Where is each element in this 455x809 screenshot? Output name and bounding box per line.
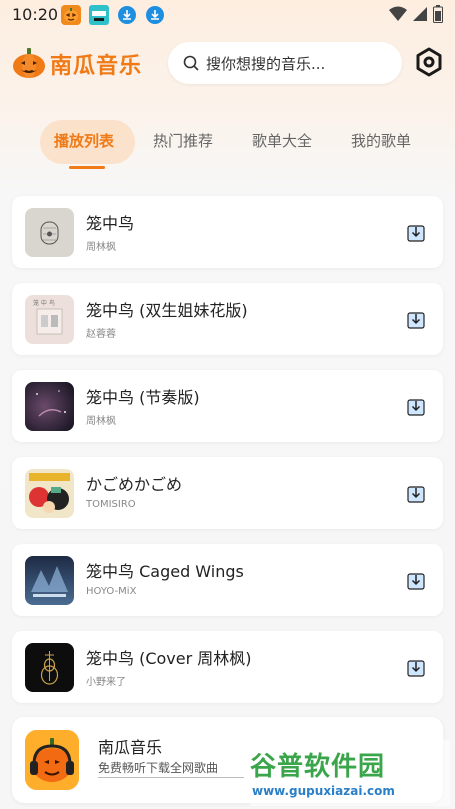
album-cover [25,469,74,518]
song-artist: 小野来了 [86,677,126,688]
album-cover [25,208,74,257]
active-tab-underline [69,166,105,169]
list-item[interactable]: 笼中鸟 周林枫 [12,196,443,268]
album-cover [25,556,74,605]
app-header: 南瓜音乐 搜你想搜的音乐... [0,40,455,86]
promo-title: 南瓜音乐 [98,738,163,757]
song-artist: TOMISIRO [86,499,136,510]
song-title: 笼中鸟 (双生姐妹花版) [86,301,248,320]
pumpkin-app-notification-icon [61,5,81,25]
watermark-name: 谷普软件园 [250,752,386,782]
svg-text:笼 中 鸟: 笼 中 鸟 [33,299,55,307]
download-icon[interactable] [406,484,426,504]
tab-my-playlists[interactable]: 我的歌单 [351,130,411,151]
tab-hot-recommend[interactable]: 热门推荐 [153,130,213,151]
song-artist: 周林枫 [86,416,116,427]
album-cover [25,643,74,692]
search-placeholder: 搜你想搜的音乐... [206,54,326,73]
list-item[interactable]: 笼 中 鸟 笼中鸟 (双生姐妹花版) 赵蓉蓉 [12,283,443,355]
album-cover: 笼 中 鸟 [25,295,74,344]
status-bar: 10:20 [0,0,455,32]
song-artist: 周林枫 [86,242,116,253]
watermark-url: www.gupuxiazai.com [252,784,395,798]
status-time: 10:20 [12,5,59,24]
song-title: かごめかごめ [86,475,183,494]
song-title: 笼中鸟 (节奏版) [86,388,200,407]
tab-playlist[interactable]: 播放列表 [54,130,114,151]
settings-hexagon-icon[interactable] [413,46,445,78]
list-item[interactable]: 笼中鸟 Caged Wings HOYO-MiX [12,544,443,616]
pumpkin-headphones-app-icon [25,730,79,790]
download-notification-icon [117,5,137,25]
app-title: 南瓜音乐 [50,54,143,79]
search-bar[interactable]: 搜你想搜的音乐... [168,42,402,84]
tab-song-collections[interactable]: 歌单大全 [252,130,312,151]
download-icon[interactable] [406,310,426,330]
promo-subtitle: 免费畅听下载全网歌曲 [98,761,219,775]
song-title: 笼中鸟 [86,214,135,233]
list-item[interactable]: かごめかごめ TOMISIRO [12,457,443,529]
song-title: 笼中鸟 Caged Wings [86,562,244,581]
signal-icon [413,7,427,21]
download-icon[interactable] [406,658,426,678]
wifi-icon [389,6,407,21]
promo-divider [98,777,244,778]
download-icon[interactable] [406,397,426,417]
download-icon[interactable] [406,223,426,243]
game-app-notification-icon [89,5,109,25]
site-watermark: 谷普软件园 www.gupuxiazai.com [250,740,450,806]
system-icons [389,5,443,23]
album-cover [25,382,74,431]
list-item[interactable]: 笼中鸟 (Cover 周林枫) 小野来了 [12,631,443,703]
battery-icon [433,5,443,23]
pumpkin-logo-icon [13,48,45,78]
search-icon [183,55,199,71]
notification-icons [61,5,165,25]
song-list: 笼中鸟 周林枫 笼 中 鸟 笼中鸟 (双生姐妹花版) 赵蓉蓉 笼中鸟 (节奏版)… [12,196,443,718]
song-artist: HOYO-MiX [86,586,137,597]
download-notification-icon-2 [145,5,165,25]
category-tabs: 播放列表 热门推荐 歌单大全 我的歌单 [0,120,455,176]
song-artist: 赵蓉蓉 [86,329,116,340]
song-title: 笼中鸟 (Cover 周林枫) [86,649,252,668]
list-item[interactable]: 笼中鸟 (节奏版) 周林枫 [12,370,443,442]
download-icon[interactable] [406,571,426,591]
